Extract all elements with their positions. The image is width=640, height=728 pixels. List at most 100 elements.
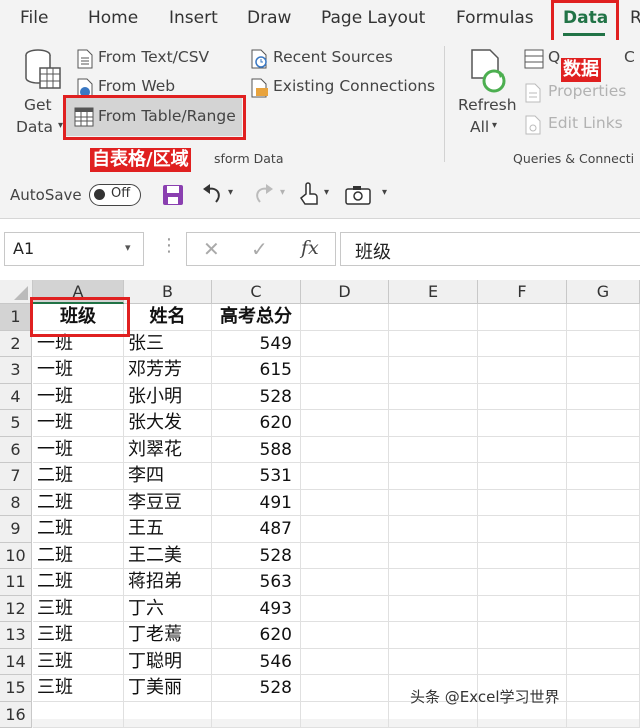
from-text-csv-button[interactable]: From Text/CSV	[74, 48, 244, 70]
cell-b8[interactable]: 李豆豆	[124, 490, 212, 517]
cell-g4[interactable]	[567, 384, 640, 411]
column-header-b[interactable]: B	[124, 280, 212, 304]
cell-f8[interactable]	[478, 490, 567, 517]
row-header[interactable]: 2	[0, 331, 32, 358]
save-icon[interactable]	[162, 184, 184, 206]
cell-c14[interactable]: 546	[212, 649, 301, 676]
cell-c5[interactable]: 620	[212, 410, 301, 437]
cell-e1[interactable]	[389, 304, 478, 331]
tab-review[interactable]: R	[630, 8, 640, 28]
existing-connections-button[interactable]: Existing Connections	[248, 77, 448, 99]
cell-b12[interactable]: 丁六	[124, 596, 212, 623]
cell-a16[interactable]	[33, 702, 124, 728]
cell-b14[interactable]: 丁聪明	[124, 649, 212, 676]
cell-e8[interactable]	[389, 490, 478, 517]
cell-g7[interactable]	[567, 463, 640, 490]
cell-g9[interactable]	[567, 516, 640, 543]
column-header-g[interactable]: G	[567, 280, 640, 304]
cell-a7[interactable]: 二班	[33, 463, 124, 490]
cell-g6[interactable]	[567, 437, 640, 464]
cell-f5[interactable]	[478, 410, 567, 437]
cell-b10[interactable]: 王二美	[124, 543, 212, 570]
cell-c6[interactable]: 588	[212, 437, 301, 464]
cell-g8[interactable]	[567, 490, 640, 517]
cell-c7[interactable]: 531	[212, 463, 301, 490]
undo-dropdown-icon[interactable]: ▾	[228, 187, 233, 198]
row-header[interactable]: 12	[0, 596, 32, 623]
row-header[interactable]: 16	[0, 702, 32, 728]
cell-f1[interactable]	[478, 304, 567, 331]
cell-d1[interactable]	[301, 304, 389, 331]
cell-b5[interactable]: 张大发	[124, 410, 212, 437]
cell-d4[interactable]	[301, 384, 389, 411]
cell-d3[interactable]	[301, 357, 389, 384]
cell-f7[interactable]	[478, 463, 567, 490]
cell-e11[interactable]	[389, 569, 478, 596]
row-header[interactable]: 9	[0, 516, 32, 543]
cell-c12[interactable]: 493	[212, 596, 301, 623]
cell-a11[interactable]: 二班	[33, 569, 124, 596]
customize-toolbar-icon[interactable]: ▾	[382, 187, 387, 198]
cell-e13[interactable]	[389, 622, 478, 649]
cell-a14[interactable]: 三班	[33, 649, 124, 676]
cell-d15[interactable]	[301, 675, 389, 702]
cell-d11[interactable]	[301, 569, 389, 596]
cell-b2[interactable]: 张三	[124, 331, 212, 358]
column-header-c[interactable]: C	[212, 280, 301, 304]
cell-f4[interactable]	[478, 384, 567, 411]
tab-page-layout[interactable]: Page Layout	[321, 8, 425, 28]
cell-a12[interactable]: 三班	[33, 596, 124, 623]
row-header[interactable]: 4	[0, 384, 32, 411]
tab-home[interactable]: Home	[88, 8, 138, 28]
cancel-icon[interactable]: ✕	[203, 237, 220, 261]
cell-c9[interactable]: 487	[212, 516, 301, 543]
cell-d12[interactable]	[301, 596, 389, 623]
cell-a5[interactable]: 一班	[33, 410, 124, 437]
cell-d10[interactable]	[301, 543, 389, 570]
cell-b11[interactable]: 蒋招弟	[124, 569, 212, 596]
cell-b15[interactable]: 丁美丽	[124, 675, 212, 702]
cell-c3[interactable]: 615	[212, 357, 301, 384]
select-all-corner[interactable]	[0, 280, 33, 304]
cell-d6[interactable]	[301, 437, 389, 464]
column-header-e[interactable]: E	[389, 280, 478, 304]
cell-g14[interactable]	[567, 649, 640, 676]
cell-f3[interactable]	[478, 357, 567, 384]
enter-icon[interactable]: ✓	[251, 237, 268, 261]
column-header-d[interactable]: D	[301, 280, 389, 304]
cell-b7[interactable]: 李四	[124, 463, 212, 490]
properties-button[interactable]: Properties	[524, 82, 640, 104]
cell-g5[interactable]	[567, 410, 640, 437]
cell-a6[interactable]: 一班	[33, 437, 124, 464]
cell-b1[interactable]: 姓名	[124, 304, 212, 331]
cell-c13[interactable]: 620	[212, 622, 301, 649]
insert-function-icon[interactable]: fx	[301, 237, 319, 259]
cell-c16[interactable]	[212, 702, 301, 728]
touch-mode-icon[interactable]	[298, 182, 320, 208]
refresh-all-button[interactable]: Refresh All ▾	[454, 46, 520, 142]
cell-f6[interactable]	[478, 437, 567, 464]
row-header[interactable]: 15	[0, 675, 32, 702]
row-header[interactable]: 10	[0, 543, 32, 570]
cell-d13[interactable]	[301, 622, 389, 649]
cell-f10[interactable]	[478, 543, 567, 570]
cell-d9[interactable]	[301, 516, 389, 543]
cell-a9[interactable]: 二班	[33, 516, 124, 543]
cell-f14[interactable]	[478, 649, 567, 676]
cell-b3[interactable]: 邓芳芳	[124, 357, 212, 384]
cell-f13[interactable]	[478, 622, 567, 649]
cell-a8[interactable]: 二班	[33, 490, 124, 517]
cell-a4[interactable]: 一班	[33, 384, 124, 411]
cell-g1[interactable]	[567, 304, 640, 331]
cell-g2[interactable]	[567, 331, 640, 358]
cell-e5[interactable]	[389, 410, 478, 437]
cell-e7[interactable]	[389, 463, 478, 490]
cell-e3[interactable]	[389, 357, 478, 384]
cell-f11[interactable]	[478, 569, 567, 596]
cell-g12[interactable]	[567, 596, 640, 623]
tab-file[interactable]: File	[20, 8, 48, 28]
cell-e9[interactable]	[389, 516, 478, 543]
cell-e6[interactable]	[389, 437, 478, 464]
cell-c1[interactable]: 高考总分	[212, 304, 301, 331]
cell-g16[interactable]	[567, 702, 640, 728]
